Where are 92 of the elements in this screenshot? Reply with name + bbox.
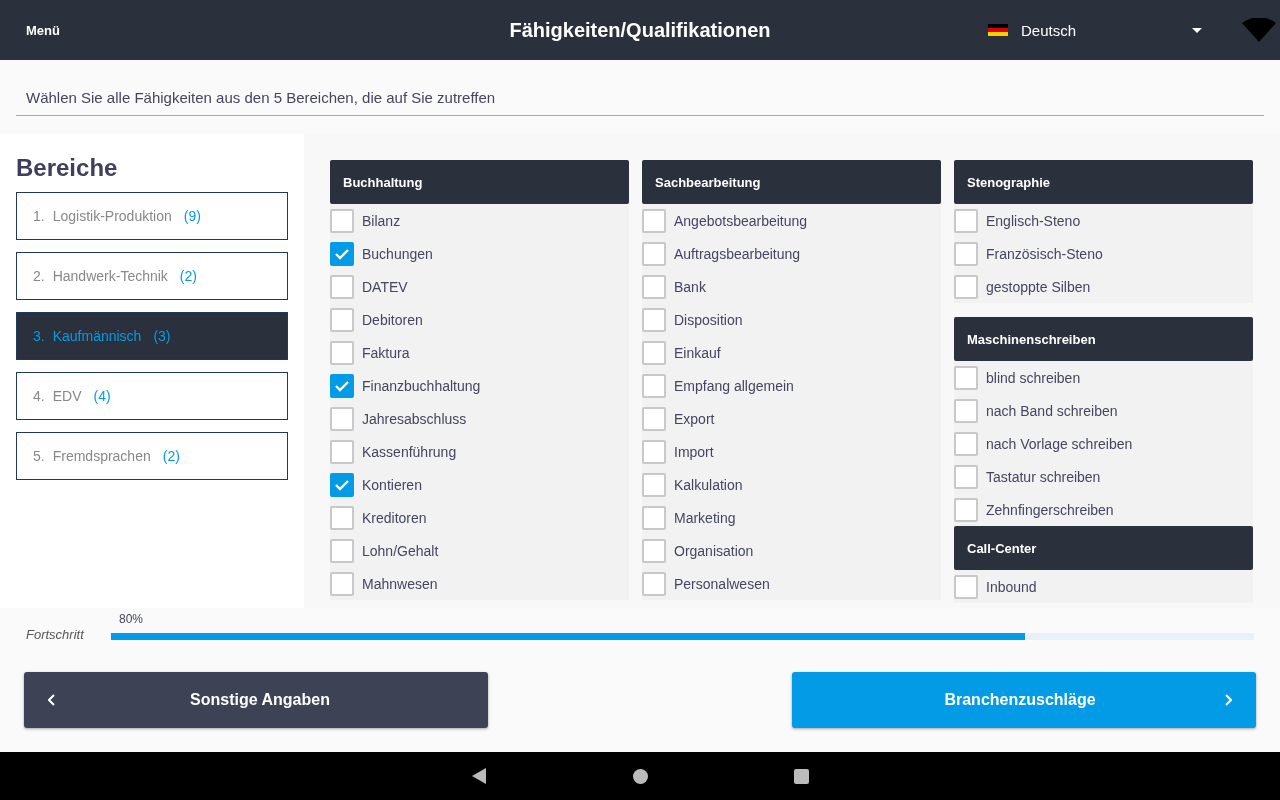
checkbox[interactable] (954, 431, 978, 456)
checkbox[interactable] (330, 472, 354, 497)
checkbox[interactable] (330, 307, 354, 332)
language-dropdown[interactable]: Deutsch (988, 21, 1210, 39)
group-header: Sachbearbeitung (642, 160, 941, 204)
skill-option[interactable]: Mahnwesen (330, 567, 629, 600)
skill-option[interactable]: Faktura (330, 336, 629, 369)
checkbox[interactable] (330, 340, 354, 365)
skill-option[interactable]: Bank (642, 270, 941, 303)
page-title: Fähigkeiten/Qualifikationen (509, 18, 771, 42)
progress-label: Fortschritt (26, 627, 86, 642)
skill-option[interactable]: Kreditoren (330, 501, 629, 534)
area-item[interactable]: 4. EDV (4) (16, 372, 288, 420)
checkbox[interactable] (642, 274, 666, 299)
checkbox[interactable] (330, 208, 354, 233)
skill-option[interactable]: Inbound (954, 570, 1253, 603)
checkbox[interactable] (642, 439, 666, 464)
checkbox[interactable] (954, 398, 978, 423)
checkbox[interactable] (330, 373, 354, 398)
checkbox[interactable] (954, 574, 978, 599)
checkbox[interactable] (330, 274, 354, 299)
recents-square-icon[interactable] (794, 768, 809, 784)
instruction-text: Wählen Sie alle Fähigkeiten aus den 5 Bereichen, die auf Sie zutreffen (16, 89, 1264, 116)
skill-option[interactable]: Organisation (642, 534, 941, 567)
checkbox[interactable] (330, 406, 354, 431)
checkbox[interactable] (642, 472, 666, 497)
checkbox[interactable] (954, 208, 978, 233)
skill-option[interactable]: nach Vorlage schreiben (954, 427, 1253, 460)
checkbox[interactable] (642, 571, 666, 596)
area-item[interactable]: 3. Kaufmännisch (3) (16, 312, 288, 360)
area-item[interactable]: 2. Handwerk-Technik (2) (16, 252, 288, 300)
skill-option[interactable]: DATEV (330, 270, 629, 303)
skill-option[interactable]: Bilanz (330, 204, 629, 237)
wifi-icon (1242, 18, 1276, 42)
back-triangle-icon[interactable] (471, 768, 487, 784)
area-item[interactable]: 5. Fremdsprachen (2) (16, 432, 288, 480)
back-button[interactable]: Sonstige Angaben (24, 672, 488, 728)
skill-option[interactable]: Kalkulation (642, 468, 941, 501)
checkbox[interactable] (642, 406, 666, 431)
skill-option[interactable]: Jahresabschluss (330, 402, 629, 435)
sidebar-title: Bereiche (16, 154, 119, 182)
checkbox[interactable] (954, 241, 978, 266)
skill-option[interactable]: Tastatur schreiben (954, 460, 1253, 493)
skill-option[interactable]: Buchungen (330, 237, 629, 270)
skill-option[interactable]: Empfang allgemein (642, 369, 941, 402)
group-header: Buchhaltung (330, 160, 629, 204)
progress-percentage: 80% (119, 612, 145, 626)
checkbox[interactable] (954, 365, 978, 390)
area-item[interactable]: 1. Logistik-Produktion (9) (16, 192, 288, 240)
group-header: Stenographie (954, 160, 1253, 204)
group-header: Call-Center (954, 526, 1253, 570)
skill-option[interactable]: gestoppte Silben (954, 270, 1253, 303)
caret-icon (1192, 27, 1202, 33)
skill-option[interactable]: Französisch-Steno (954, 237, 1253, 270)
checkbox[interactable] (954, 464, 978, 489)
skill-option[interactable]: blind schreiben (954, 361, 1253, 394)
checkbox[interactable] (642, 208, 666, 233)
chevron-left-icon (48, 694, 56, 706)
skill-option[interactable]: Export (642, 402, 941, 435)
skill-option[interactable]: Englisch-Steno (954, 204, 1253, 237)
skill-option[interactable]: Import (642, 435, 941, 468)
menu-button[interactable]: Menü (20, 18, 66, 42)
checkbox[interactable] (330, 439, 354, 464)
skill-option[interactable]: Personalwesen (642, 567, 941, 600)
chevron-right-icon (1224, 694, 1232, 706)
skill-option[interactable]: Marketing (642, 501, 941, 534)
skill-option[interactable]: nach Band schreiben (954, 394, 1253, 427)
checkbox[interactable] (642, 241, 666, 266)
skill-option[interactable]: Debitoren (330, 303, 629, 336)
checkbox[interactable] (330, 505, 354, 530)
checkbox[interactable] (642, 340, 666, 365)
skill-option[interactable]: Kontieren (330, 468, 629, 501)
skill-option[interactable]: Kassenführung (330, 435, 629, 468)
checkbox[interactable] (330, 571, 354, 596)
checkbox[interactable] (642, 505, 666, 530)
checkbox[interactable] (954, 274, 978, 299)
checkbox[interactable] (642, 307, 666, 332)
skill-option[interactable]: Lohn/Gehalt (330, 534, 629, 567)
checkbox[interactable] (330, 538, 354, 563)
skill-option[interactable]: Angebotsbearbeitung (642, 204, 941, 237)
checkbox[interactable] (954, 497, 978, 522)
checkbox[interactable] (642, 373, 666, 398)
flag-icon (988, 24, 1008, 36)
skill-option[interactable]: Disposition (642, 303, 941, 336)
skill-option[interactable]: Auftragsbearbeitung (642, 237, 941, 270)
skill-option[interactable]: Finanzbuchhaltung (330, 369, 629, 402)
skill-option[interactable]: Zehnfingerschreiben (954, 493, 1253, 526)
skill-option[interactable]: Einkauf (642, 336, 941, 369)
checkbox[interactable] (330, 241, 354, 266)
checkbox[interactable] (642, 538, 666, 563)
home-circle-icon[interactable] (633, 768, 648, 784)
group-header: Maschinenschreiben (954, 317, 1253, 361)
